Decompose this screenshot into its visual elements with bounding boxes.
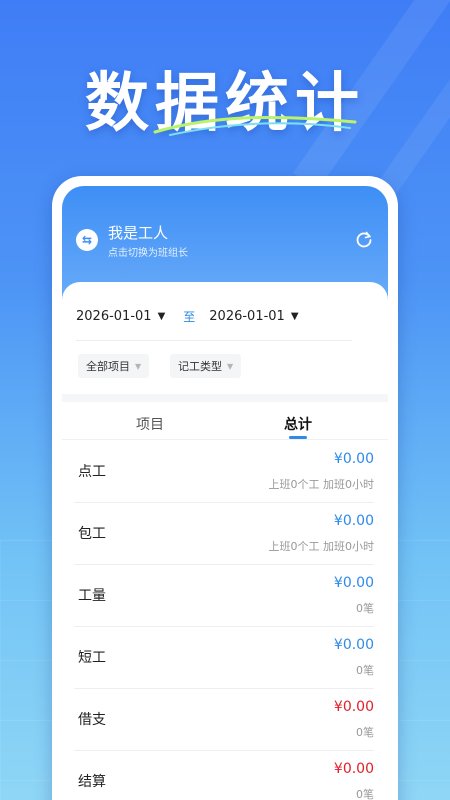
work-type-filter-label: 记工类型: [178, 360, 222, 373]
active-tab-indicator: [289, 436, 307, 439]
end-date-value: 2026-01-01: [209, 309, 285, 324]
section-gap: [62, 394, 388, 402]
list-item[interactable]: 结算 ¥0.00 0笔: [74, 751, 374, 800]
phone-mockup: ⇆ 我是工人 点击切换为班组长 2026-01-01 ▼ 至 2026-01-0…: [52, 176, 398, 800]
row-detail: 0笔: [356, 664, 374, 677]
date-separator: 至: [183, 310, 196, 324]
list-item[interactable]: 工量 ¥0.00 0笔: [74, 565, 374, 627]
row-detail: 上班0个工 加班0小时: [268, 478, 375, 491]
tab-total[interactable]: 总计: [284, 414, 312, 434]
row-amount: ¥0.00: [333, 513, 374, 529]
row-amount: ¥0.00: [333, 699, 374, 715]
tab-bar: 项目 总计: [62, 402, 388, 440]
list-item[interactable]: 包工 ¥0.00 上班0个工 加班0小时: [74, 503, 374, 565]
list-item[interactable]: 点工 ¥0.00 上班0个工 加班0小时: [74, 441, 374, 503]
row-detail: 0笔: [356, 726, 374, 739]
app-screen: ⇆ 我是工人 点击切换为班组长 2026-01-01 ▼ 至 2026-01-0…: [62, 186, 388, 800]
start-date-value: 2026-01-01: [76, 309, 152, 324]
role-title[interactable]: 我是工人: [108, 222, 168, 243]
swoosh-decoration: [153, 115, 357, 136]
row-label: 包工: [78, 526, 106, 542]
work-type-filter-dropdown[interactable]: 记工类型 ▼: [170, 354, 242, 378]
caret-down-icon: ▼: [135, 361, 142, 371]
row-label: 工量: [78, 588, 106, 604]
row-detail: 上班0个工 加班0小时: [268, 540, 375, 553]
row-label: 结算: [78, 774, 106, 790]
date-range: 2026-01-01 ▼ 至 2026-01-01 ▼: [76, 308, 299, 325]
project-filter-dropdown[interactable]: 全部项目 ▼: [78, 354, 150, 378]
swap-icon[interactable]: ⇆: [76, 229, 98, 251]
row-label: 短工: [78, 650, 106, 666]
caret-down-icon: ▼: [290, 311, 299, 322]
caret-down-icon: ▼: [157, 311, 166, 322]
start-date-picker[interactable]: 2026-01-01 ▼: [76, 309, 165, 324]
caret-down-icon: ▼: [227, 361, 234, 371]
project-filter-label: 全部项目: [86, 360, 130, 373]
row-amount: ¥0.00: [333, 761, 374, 777]
divider: [76, 340, 352, 341]
row-label: 点工: [78, 464, 106, 480]
list-item[interactable]: 短工 ¥0.00 0笔: [74, 627, 374, 689]
refresh-icon[interactable]: [354, 229, 374, 249]
tab-project[interactable]: 项目: [136, 414, 164, 434]
summary-list: 点工 ¥0.00 上班0个工 加班0小时 包工 ¥0.00 上班0个工 加班0小…: [62, 441, 388, 800]
row-detail: 0笔: [356, 788, 374, 800]
row-amount: ¥0.00: [333, 451, 374, 467]
row-detail: 0笔: [356, 602, 374, 615]
row-amount: ¥0.00: [333, 575, 374, 591]
row-amount: ¥0.00: [333, 637, 374, 653]
role-switch-hint[interactable]: 点击切换为班组长: [108, 244, 188, 259]
list-item[interactable]: 借支 ¥0.00 0笔: [74, 689, 374, 751]
row-label: 借支: [78, 712, 106, 728]
end-date-picker[interactable]: 2026-01-01 ▼: [209, 309, 298, 324]
filter-panel: 2026-01-01 ▼ 至 2026-01-01 ▼ 全部项目 ▼ 记工类型 …: [62, 282, 388, 394]
